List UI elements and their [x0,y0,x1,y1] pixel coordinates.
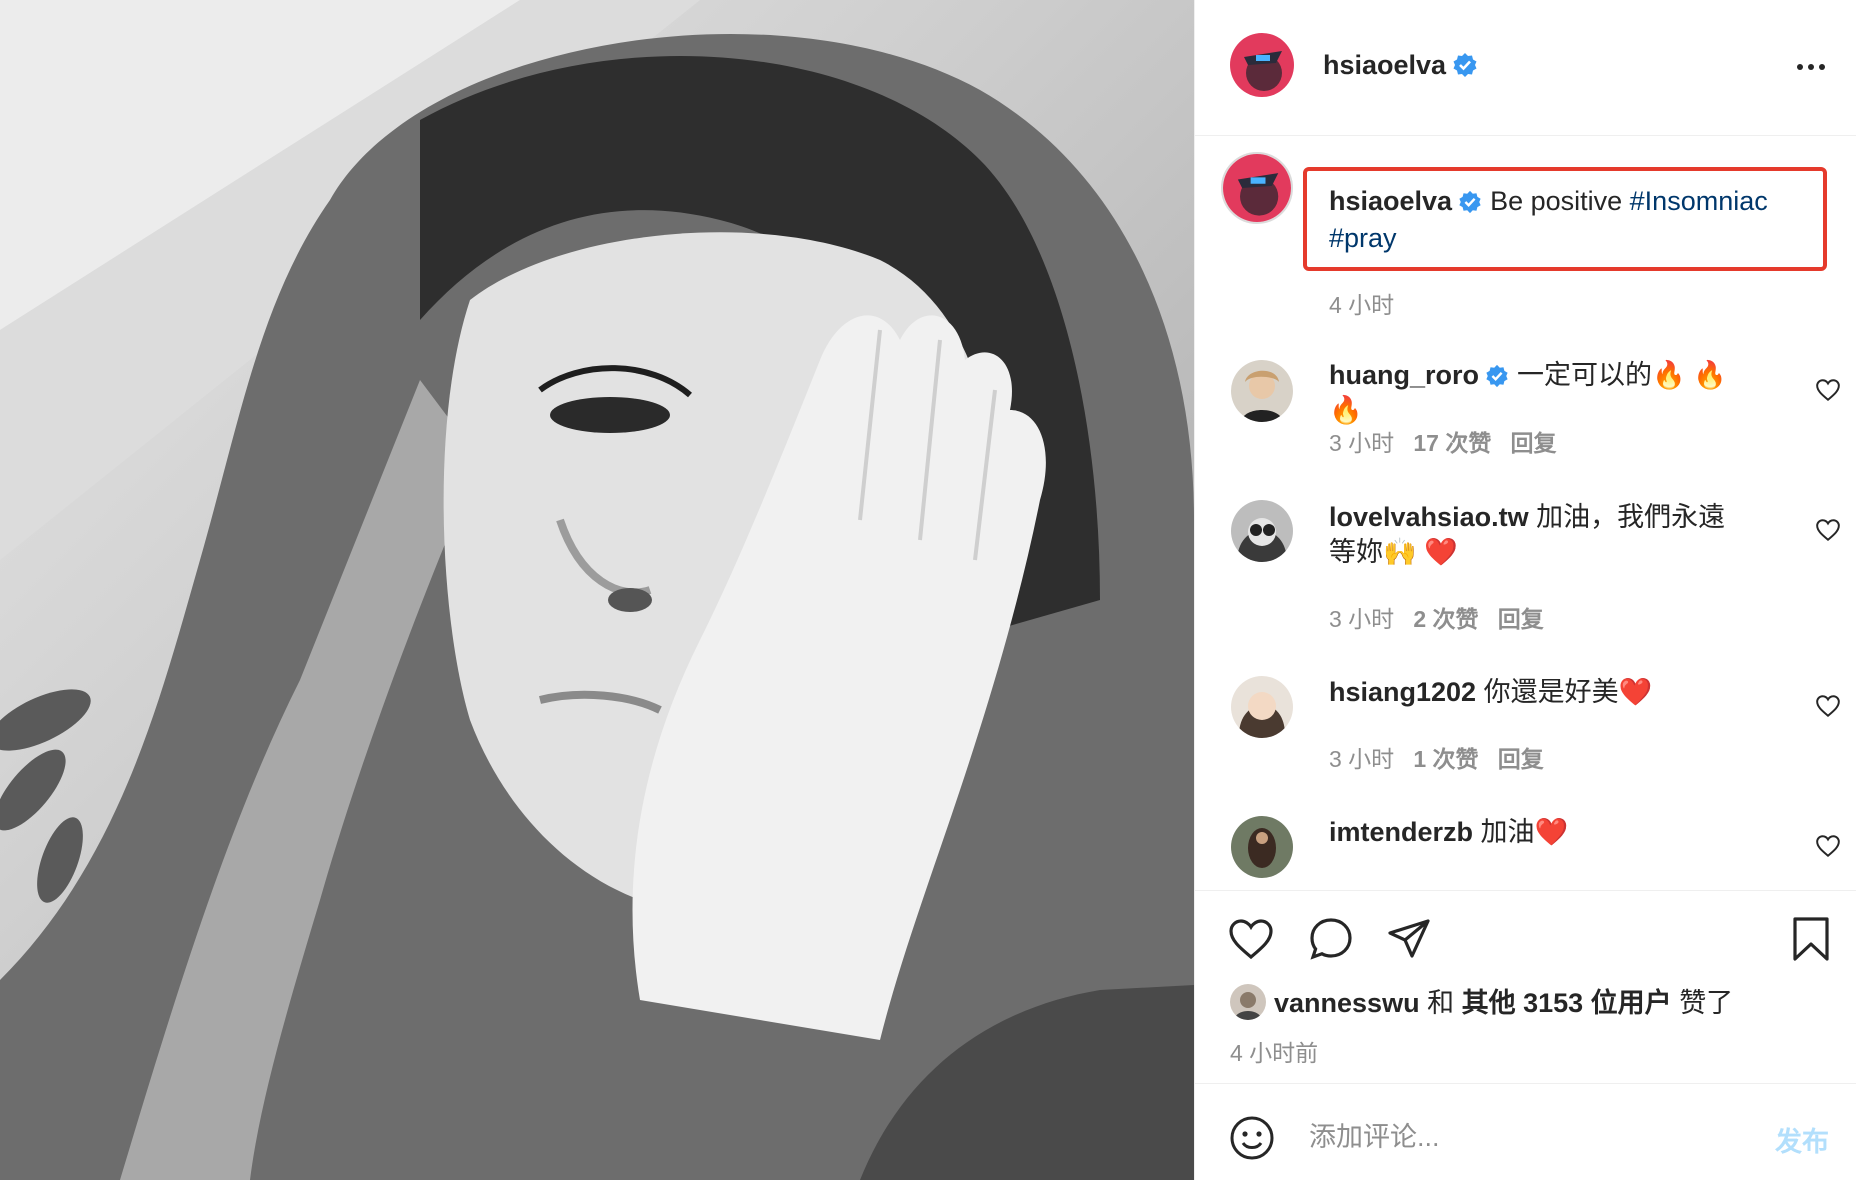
verified-badge-icon [1459,190,1481,214]
like-comment-heart-icon[interactable] [1815,693,1841,719]
likes-summary: vannesswu 和 其他 3153 位用户 赞了 [1230,981,1733,1020]
reply-button[interactable]: 回复 [1498,606,1544,632]
like-comment-heart-icon[interactable] [1815,517,1841,543]
comment-username[interactable]: huang_roro [1329,360,1479,390]
comment-time: 3 小时 [1329,430,1395,456]
like-heart-icon[interactable] [1227,915,1275,963]
comment-time: 3 小时 [1329,606,1395,632]
share-paper-plane-icon[interactable] [1385,915,1433,963]
hashtag-insomniac[interactable]: #Insomniac [1630,186,1768,216]
author-username-text[interactable]: hsiaoelva [1323,50,1446,80]
comment-username[interactable]: hsiang1202 [1329,677,1476,707]
commenter-avatar[interactable] [1231,676,1293,738]
author-avatar[interactable] [1230,33,1294,97]
posted-time: 4 小时前 [1230,1040,1319,1066]
comment-body: huang_roro 一定可以的🔥 🔥 🔥 [1329,358,1749,428]
comment-body: imtenderzb 加油❤️ [1329,815,1749,850]
add-comment-bar: 发布 [1195,1083,1856,1180]
verified-badge-icon [1453,53,1477,77]
comment-meta: 3 小时 2 次赞 回复 [1329,600,1544,634]
comment-likes[interactable]: 2 次赞 [1413,606,1478,632]
like-comment-heart-icon[interactable] [1815,377,1841,403]
caption-username[interactable]: hsiaoelva [1329,186,1452,216]
commenter-avatar[interactable] [1231,360,1293,422]
verified-badge-icon [1486,364,1508,388]
comment-text: 加油❤️ [1480,817,1569,847]
comment-bubble-icon[interactable] [1307,915,1355,963]
likes-others[interactable]: 其他 3153 位用户 [1462,988,1672,1018]
comment-body: hsiang1202 你還是好美❤️ [1329,675,1749,710]
commenter-avatar[interactable] [1231,816,1293,878]
comment-username[interactable]: imtenderzb [1329,817,1473,847]
hashtag-pray[interactable]: #pray [1329,223,1397,253]
commenter-avatar[interactable] [1231,500,1293,562]
comment-likes[interactable]: 17 次赞 [1413,430,1491,456]
comment-body: lovelvahsiao.tw 加油，我們永遠等妳🙌 ❤️ [1329,500,1749,570]
caption-author-avatar[interactable] [1221,152,1293,224]
photo-illustration [0,0,1194,1180]
post-header: hsiaoelva [1195,0,1856,136]
comment-meta: 3 小时 1 次赞 回复 [1329,740,1544,774]
reply-button[interactable]: 回复 [1498,746,1544,772]
like-comment-heart-icon[interactable] [1815,833,1841,859]
comment-time: 3 小时 [1329,746,1395,772]
caption-text: Be positive [1490,186,1630,216]
post-caption: hsiaoelva Be positive #Insomniac #pray [1329,183,1809,257]
author-username[interactable]: hsiaoelva [1323,50,1478,81]
comment-text: 你還是好美❤️ [1483,677,1653,707]
post-photo[interactable] [0,0,1194,1180]
comment-meta: 3 小时 17 次赞 回复 [1329,424,1557,458]
reply-button[interactable]: 回复 [1511,430,1557,456]
post-comment-button[interactable]: 发布 [1775,1120,1829,1159]
post-actions: vannesswu 和 其他 3153 位用户 赞了 4 小时前 [1195,890,1856,1083]
post-panel: hsiaoelva hsiaoelva Be positive #Insomnia… [1194,0,1856,1180]
liker-username[interactable]: vannesswu [1274,988,1420,1018]
more-options-icon[interactable] [1791,52,1831,82]
liker-avatar[interactable] [1230,984,1266,1020]
comment-likes[interactable]: 1 次赞 [1413,746,1478,772]
save-bookmark-icon[interactable] [1787,915,1835,963]
caption-time: 4 小时 [1329,292,1395,318]
emoji-smiley-icon[interactable] [1228,1114,1276,1162]
likes-and: 和 [1427,988,1455,1018]
comment-input[interactable] [1307,1114,1671,1160]
likes-suffix: 赞了 [1679,988,1734,1018]
comment-username[interactable]: lovelvahsiao.tw [1329,502,1529,532]
